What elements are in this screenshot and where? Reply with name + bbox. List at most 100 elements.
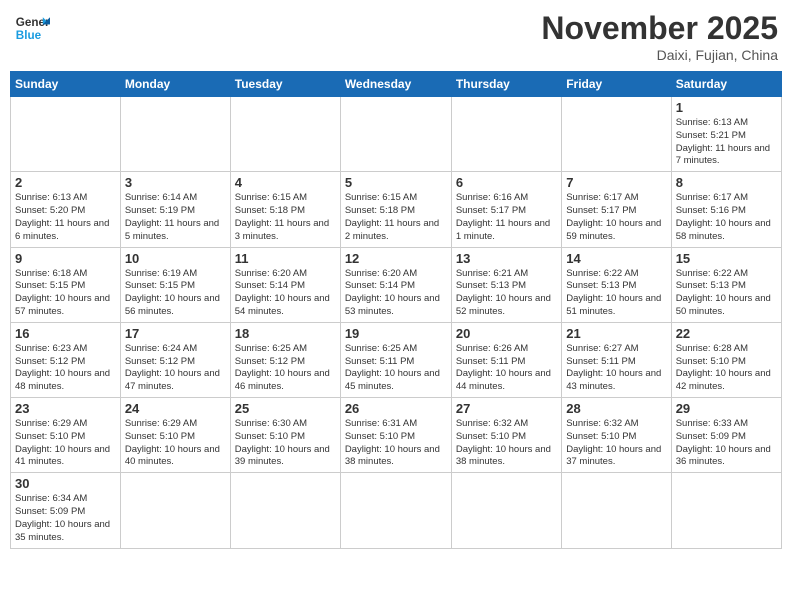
calendar-cell: 20 Sunrise: 6:26 AMSunset: 5:11 PMDayligh… <box>451 322 561 397</box>
logo-icon: General Blue <box>14 10 50 46</box>
day-number: 1 <box>676 100 777 115</box>
calendar-cell: 1 Sunrise: 6:13 AMSunset: 5:21 PMDaylight… <box>671 97 781 172</box>
day-info: Sunrise: 6:32 AMSunset: 5:10 PMDaylight:… <box>456 418 557 469</box>
col-header-thursday: Thursday <box>451 72 561 97</box>
day-info: Sunrise: 6:18 AMSunset: 5:15 PMDaylight:… <box>15 268 116 319</box>
col-header-tuesday: Tuesday <box>230 72 340 97</box>
week-row-6: 30Sunrise: 6:34 AMSunset: 5:09 PMDayligh… <box>11 473 782 548</box>
day-number: 27 <box>456 401 557 416</box>
col-header-monday: Monday <box>120 72 230 97</box>
day-info: Sunrise: 6:29 AMSunset: 5:10 PMDaylight:… <box>125 418 226 469</box>
calendar-cell: 25Sunrise: 6:30 AMSunset: 5:10 PMDayligh… <box>230 398 340 473</box>
day-number: 15 <box>676 251 777 266</box>
calendar-cell <box>451 97 561 172</box>
day-info: Sunrise: 6:13 AMSunset: 5:21 PMDaylight:… <box>676 117 777 168</box>
day-info: Sunrise: 6:20 AMSunset: 5:14 PMDaylight:… <box>345 268 447 319</box>
month-year-title: November 2025 <box>541 10 778 47</box>
calendar-cell <box>562 473 671 548</box>
calendar-cell: 17 Sunrise: 6:24 AMSunset: 5:12 PMDayligh… <box>120 322 230 397</box>
calendar-cell: 5Sunrise: 6:15 AMSunset: 5:18 PMDaylight… <box>340 172 451 247</box>
week-row-1: 1 Sunrise: 6:13 AMSunset: 5:21 PMDaylight… <box>11 97 782 172</box>
week-row-3: 9 Sunrise: 6:18 AMSunset: 5:15 PMDaylight… <box>11 247 782 322</box>
calendar-cell: 11Sunrise: 6:20 AMSunset: 5:14 PMDayligh… <box>230 247 340 322</box>
calendar-cell <box>340 97 451 172</box>
calendar-cell: 21 Sunrise: 6:27 AMSunset: 5:11 PMDayligh… <box>562 322 671 397</box>
day-number: 24 <box>125 401 226 416</box>
week-row-2: 2 Sunrise: 6:13 AMSunset: 5:20 PMDaylight… <box>11 172 782 247</box>
location-label: Daixi, Fujian, China <box>541 47 778 63</box>
day-number: 6 <box>456 175 557 190</box>
col-header-sunday: Sunday <box>11 72 121 97</box>
calendar-cell: 23Sunrise: 6:29 AMSunset: 5:10 PMDayligh… <box>11 398 121 473</box>
calendar-cell: 4 Sunrise: 6:15 AMSunset: 5:18 PMDaylight… <box>230 172 340 247</box>
day-number: 17 <box>125 326 226 341</box>
day-number: 7 <box>566 175 666 190</box>
day-number: 23 <box>15 401 116 416</box>
calendar-cell: 7 Sunrise: 6:17 AMSunset: 5:17 PMDaylight… <box>562 172 671 247</box>
calendar-cell: 15Sunrise: 6:22 AMSunset: 5:13 PMDayligh… <box>671 247 781 322</box>
day-number: 29 <box>676 401 777 416</box>
calendar-cell <box>11 97 121 172</box>
day-number: 9 <box>15 251 116 266</box>
title-block: November 2025 Daixi, Fujian, China <box>541 10 778 63</box>
calendar-cell: 19 Sunrise: 6:25 AMSunset: 5:11 PMDayligh… <box>340 322 451 397</box>
week-row-4: 16 Sunrise: 6:23 AMSunset: 5:12 PMDayligh… <box>11 322 782 397</box>
calendar-cell: 8 Sunrise: 6:17 AMSunset: 5:16 PMDaylight… <box>671 172 781 247</box>
day-info: Sunrise: 6:15 AMSunset: 5:18 PMDaylight:… <box>235 192 336 243</box>
day-number: 8 <box>676 175 777 190</box>
day-info: Sunrise: 6:26 AMSunset: 5:11 PMDaylight:… <box>456 343 557 394</box>
col-header-wednesday: Wednesday <box>340 72 451 97</box>
calendar-cell: 28Sunrise: 6:32 AMSunset: 5:10 PMDayligh… <box>562 398 671 473</box>
calendar-cell: 27 Sunrise: 6:32 AMSunset: 5:10 PMDayligh… <box>451 398 561 473</box>
calendar-cell: 16 Sunrise: 6:23 AMSunset: 5:12 PMDayligh… <box>11 322 121 397</box>
day-number: 18 <box>235 326 336 341</box>
day-info: Sunrise: 6:25 AMSunset: 5:11 PMDaylight:… <box>345 343 447 394</box>
day-info: Sunrise: 6:32 AMSunset: 5:10 PMDaylight:… <box>566 418 666 469</box>
calendar-cell: 24 Sunrise: 6:29 AMSunset: 5:10 PMDayligh… <box>120 398 230 473</box>
calendar-cell <box>451 473 561 548</box>
calendar-cell: 22Sunrise: 6:28 AMSunset: 5:10 PMDayligh… <box>671 322 781 397</box>
day-info: Sunrise: 6:17 AMSunset: 5:16 PMDaylight:… <box>676 192 777 243</box>
day-number: 2 <box>15 175 116 190</box>
calendar-cell: 2 Sunrise: 6:13 AMSunset: 5:20 PMDaylight… <box>11 172 121 247</box>
day-info: Sunrise: 6:15 AMSunset: 5:18 PMDaylight:… <box>345 192 447 243</box>
day-number: 3 <box>125 175 226 190</box>
day-info: Sunrise: 6:14 AMSunset: 5:19 PMDaylight:… <box>125 192 226 243</box>
day-number: 19 <box>345 326 447 341</box>
day-number: 10 <box>125 251 226 266</box>
day-number: 21 <box>566 326 666 341</box>
day-number: 20 <box>456 326 557 341</box>
day-info: Sunrise: 6:24 AMSunset: 5:12 PMDaylight:… <box>125 343 226 394</box>
day-info: Sunrise: 6:17 AMSunset: 5:17 PMDaylight:… <box>566 192 666 243</box>
calendar-cell: 9 Sunrise: 6:18 AMSunset: 5:15 PMDaylight… <box>11 247 121 322</box>
day-info: Sunrise: 6:19 AMSunset: 5:15 PMDaylight:… <box>125 268 226 319</box>
day-info: Sunrise: 6:27 AMSunset: 5:11 PMDaylight:… <box>566 343 666 394</box>
day-info: Sunrise: 6:28 AMSunset: 5:10 PMDaylight:… <box>676 343 777 394</box>
day-info: Sunrise: 6:23 AMSunset: 5:12 PMDaylight:… <box>15 343 116 394</box>
calendar-cell: 12Sunrise: 6:20 AMSunset: 5:14 PMDayligh… <box>340 247 451 322</box>
day-info: Sunrise: 6:25 AMSunset: 5:12 PMDaylight:… <box>235 343 336 394</box>
calendar-cell: 10 Sunrise: 6:19 AMSunset: 5:15 PMDayligh… <box>120 247 230 322</box>
day-info: Sunrise: 6:31 AMSunset: 5:10 PMDaylight:… <box>345 418 447 469</box>
day-number: 16 <box>15 326 116 341</box>
day-info: Sunrise: 6:30 AMSunset: 5:10 PMDaylight:… <box>235 418 336 469</box>
day-info: Sunrise: 6:13 AMSunset: 5:20 PMDaylight:… <box>15 192 116 243</box>
calendar-cell: 14Sunrise: 6:22 AMSunset: 5:13 PMDayligh… <box>562 247 671 322</box>
calendar-cell: 3 Sunrise: 6:14 AMSunset: 5:19 PMDaylight… <box>120 172 230 247</box>
calendar-cell: 13Sunrise: 6:21 AMSunset: 5:13 PMDayligh… <box>451 247 561 322</box>
calendar-cell <box>230 97 340 172</box>
calendar-cell <box>562 97 671 172</box>
calendar-cell <box>230 473 340 548</box>
logo: General Blue <box>14 10 50 46</box>
day-number: 11 <box>235 251 336 266</box>
col-header-saturday: Saturday <box>671 72 781 97</box>
calendar-cell <box>120 97 230 172</box>
day-number: 4 <box>235 175 336 190</box>
calendar-cell: 18 Sunrise: 6:25 AMSunset: 5:12 PMDayligh… <box>230 322 340 397</box>
day-info: Sunrise: 6:21 AMSunset: 5:13 PMDaylight:… <box>456 268 557 319</box>
day-info: Sunrise: 6:16 AMSunset: 5:17 PMDaylight:… <box>456 192 557 243</box>
day-info: Sunrise: 6:22 AMSunset: 5:13 PMDaylight:… <box>566 268 666 319</box>
day-number: 30 <box>15 476 116 491</box>
col-header-friday: Friday <box>562 72 671 97</box>
day-number: 26 <box>345 401 447 416</box>
